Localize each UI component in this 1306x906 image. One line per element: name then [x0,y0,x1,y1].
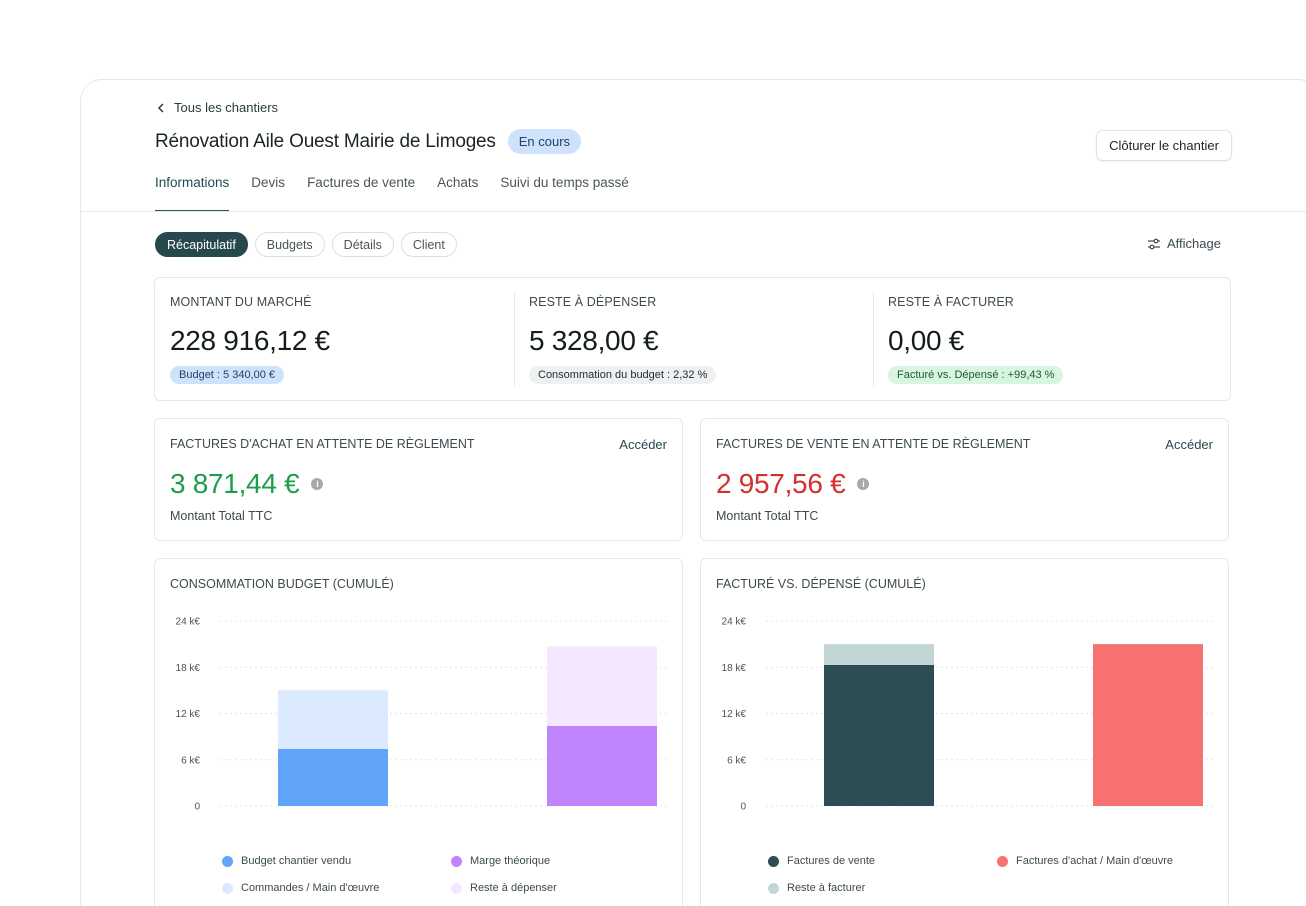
pending-purchase-invoices-card: FACTURES D'ACHAT EN ATTENTE DE RÈGLEMENT… [154,418,683,541]
pending-amount: 2 957,56 € [716,468,846,499]
kpi-label: MONTANT DU MARCHÉ [170,295,312,309]
y-tick-label: 18 k€ [722,663,747,674]
subtabs: Récapitulatif Budgets Détails Client [155,232,457,257]
legend-item[interactable]: Factures de vente [768,855,875,867]
y-tick-label: 24 k€ [176,617,201,628]
kpi-label: RESTE À DÉPENSER [529,295,657,309]
chip-budgets[interactable]: Budgets [254,232,325,257]
page-title: Rénovation Aile Ouest Mairie de Limoges [155,130,496,152]
sliders-icon [1148,238,1160,249]
kpi-value: 5 328,00 € [529,325,659,356]
kpi-reste-a-depenser: RESTE À DÉPENSER 5 328,00 € Consommation… [514,278,873,400]
chip-details[interactable]: Détails [331,232,394,257]
bar-segment[interactable] [547,646,657,726]
legend-dot [222,855,233,867]
legend-label: Budget chantier vendu [241,855,352,867]
budget-consumption-chart: 24 k€ 18 k€ 12 k€ 6 k€ 0 [176,617,667,813]
info-icon[interactable]: i [311,478,324,490]
pending-value-row: 3 871,44 € i [170,468,324,500]
tab-devis[interactable]: Devis [251,175,285,212]
kpi-montant-marche: MONTANT DU MARCHÉ 228 916,12 € Budget : … [155,278,514,400]
y-tick-label: 24 k€ [722,617,747,628]
display-options-label: Affichage [1167,236,1221,251]
bar-segment[interactable] [824,644,934,665]
info-icon[interactable]: i [857,478,870,490]
legend-dot [768,882,779,894]
legend-dot [768,855,779,867]
legend-dot [222,882,233,894]
y-tick-label: 6 k€ [727,755,746,766]
kpi-reste-a-facturer: RESTE À FACTURER 0,00 € Facturé vs. Dépe… [873,278,1230,400]
kpi-pill: Facturé vs. Dépensé : +99,43 % [888,366,1064,384]
y-tick-label: 0 [194,802,200,813]
tab-achats[interactable]: Achats [437,175,478,212]
y-tick-label: 12 k€ [722,709,747,720]
main-tabs: Informations Devis Factures de vente Ach… [155,175,629,212]
bar-segment[interactable] [278,748,388,806]
kpi-value: 0,00 € [888,325,965,356]
legend-item[interactable]: Reste à facturer [768,882,865,894]
chip-client[interactable]: Client [400,232,457,257]
legend-label: Factures d'achat / Main d'œuvre [1016,855,1174,867]
bar-segment[interactable] [547,725,657,806]
pending-amount: 3 871,44 € [170,468,300,499]
y-tick-label: 6 k€ [181,755,200,766]
kpi-pill: Consommation du budget : 2,32 % [529,366,717,384]
legend-dot [997,855,1008,867]
legend-dot [451,855,462,867]
pending-subtitle: Montant Total TTC [716,509,819,523]
legend-item[interactable]: Reste à dépenser [451,882,557,894]
invoiced-vs-spent-chart-card: FACTURÉ VS. DÉPENSÉ (CUMULÉ) 24 k€ 18 k€ 1… [700,558,1229,906]
kpi-pill: Budget : 5 340,00 € [170,366,285,384]
pending-subtitle: Montant Total TTC [170,509,273,523]
bar-segment[interactable] [824,664,934,806]
y-tick-label: 0 [740,802,746,813]
tabs-divider [81,211,1306,212]
kpi-label: RESTE À FACTURER [888,295,1014,309]
y-tick-label: 12 k€ [176,709,201,720]
status-badge: En cours [507,129,582,154]
tab-suivi-temps[interactable]: Suivi du temps passé [500,175,628,212]
legend-item[interactable]: Factures d'achat / Main d'œuvre [997,855,1173,867]
close-project-button[interactable]: Clôturer le chantier [1096,130,1232,161]
legend-item[interactable]: Budget chantier vendu [222,855,351,867]
pending-sales-invoices-card: FACTURES DE VENTE EN ATTENTE DE RÈGLEMEN… [700,418,1229,541]
bar-segment[interactable] [1093,644,1203,806]
tab-factures-de-vente[interactable]: Factures de vente [307,175,415,212]
display-options-button[interactable]: Affichage [1148,236,1221,251]
tab-informations[interactable]: Informations [155,175,230,212]
y-tick-label: 18 k€ [176,663,201,674]
legend-label: Reste à dépenser [470,882,557,894]
access-sales-invoices-link[interactable]: Accéder [1165,437,1213,452]
bar-segment[interactable] [278,690,388,749]
pending-label: FACTURES D'ACHAT EN ATTENTE DE RÈGLEMENT [170,437,475,451]
access-purchase-invoices-link[interactable]: Accéder [619,437,667,452]
legend-dot [451,882,462,894]
legend-label: Commandes / Main d'œuvre [241,882,380,894]
pending-value-row: 2 957,56 € i [716,468,870,500]
legend-item[interactable]: Marge théorique [451,855,550,867]
pending-label: FACTURES DE VENTE EN ATTENTE DE RÈGLEMEN… [716,437,1031,451]
chevron-left-icon [157,102,164,113]
legend-item[interactable]: Commandes / Main d'œuvre [222,882,379,894]
kpi-value: 228 916,12 € [170,325,330,356]
kpi-card: MONTANT DU MARCHÉ 228 916,12 € Budget : … [154,277,1231,401]
back-link-label: Tous les chantiers [174,100,279,115]
budget-consumption-chart-card: CONSOMMATION BUDGET (CUMULÉ) 24 k€ 18 k€ 1… [154,558,683,906]
legend-label: Factures de vente [787,855,876,867]
invoiced-vs-spent-chart: 24 k€ 18 k€ 12 k€ 6 k€ 0 [722,617,1213,813]
chip-recapitulatif[interactable]: Récapitulatif [155,232,248,257]
back-link[interactable]: Tous les chantiers [157,100,278,115]
legend-label: Reste à facturer [787,882,866,894]
legend-label: Marge théorique [470,855,551,867]
